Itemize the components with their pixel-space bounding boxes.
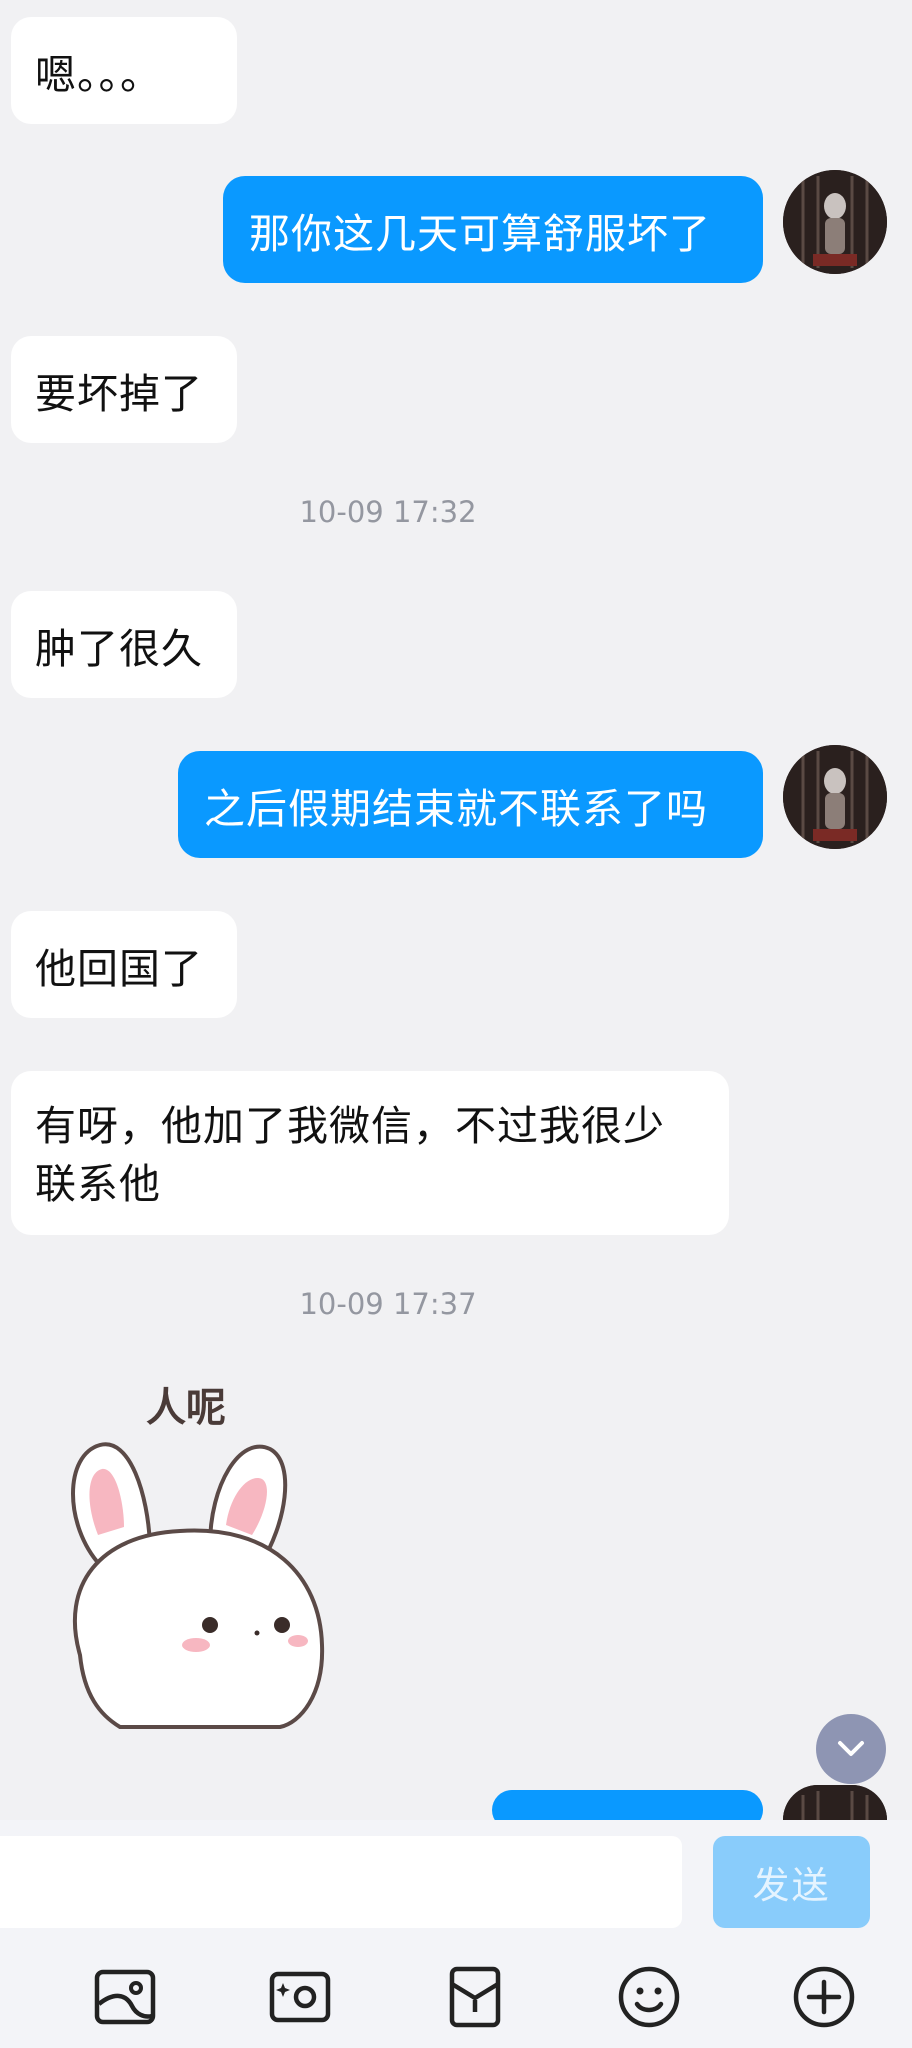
outgoing-message[interactable]: 那你这几天可算舒服坏了 xyxy=(223,176,763,283)
message-input[interactable] xyxy=(0,1836,682,1928)
incoming-message[interactable]: 有呀，他加了我微信，不过我很少联系他 xyxy=(11,1071,729,1235)
red-packet-icon xyxy=(449,1966,501,2028)
message-text: 他回国了 xyxy=(35,945,203,993)
outgoing-message[interactable]: 之后假期结束就不联系了吗 xyxy=(178,751,763,858)
scroll-to-bottom-button[interactable] xyxy=(816,1714,886,1784)
red-packet-button[interactable] xyxy=(442,1964,508,2030)
avatar[interactable] xyxy=(783,170,887,274)
add-button[interactable] xyxy=(791,1964,857,2030)
avatar-image-icon xyxy=(783,1785,887,1820)
composer: 发送 xyxy=(0,1820,912,1928)
incoming-message[interactable]: 要坏掉了 xyxy=(11,336,237,443)
message-text: 之后假期结束就不联系了吗 xyxy=(204,785,708,833)
avatar[interactable] xyxy=(783,745,887,849)
timestamp: 10-09 17:32 xyxy=(299,495,477,529)
avatar-image-icon xyxy=(783,745,887,849)
message-text: 肿了很久 xyxy=(35,625,203,673)
camera-button[interactable] xyxy=(267,1964,333,2030)
input-toolbar xyxy=(0,1928,912,2048)
camera-icon xyxy=(269,1971,331,2023)
avatar-image-icon xyxy=(783,170,887,274)
chevron-down-icon xyxy=(838,1741,864,1756)
send-button[interactable]: 发送 xyxy=(713,1836,870,1928)
sticker-message[interactable]: 人呢 xyxy=(60,1375,340,1735)
image-icon xyxy=(94,1969,156,2025)
avatar[interactable] xyxy=(783,1785,887,1820)
message-text: 嗯。。。 xyxy=(35,51,162,99)
message-text: 有呀，他加了我微信，不过我很少联系他 xyxy=(35,1102,665,1208)
emoji-button[interactable] xyxy=(616,1964,682,2030)
image-button[interactable] xyxy=(92,1964,158,2030)
bunny-icon xyxy=(71,1442,325,1729)
timestamp: 10-09 17:37 xyxy=(299,1287,477,1321)
incoming-message[interactable]: 嗯。。。 xyxy=(11,17,237,124)
emoji-icon xyxy=(618,1966,680,2028)
message-text: 那你这几天可算舒服坏了 xyxy=(249,210,711,258)
incoming-message[interactable]: 他回国了 xyxy=(11,911,237,1018)
message-text: 要坏掉了 xyxy=(35,370,203,418)
add-icon xyxy=(793,1966,855,2028)
incoming-message[interactable]: 肿了很久 xyxy=(11,591,237,698)
